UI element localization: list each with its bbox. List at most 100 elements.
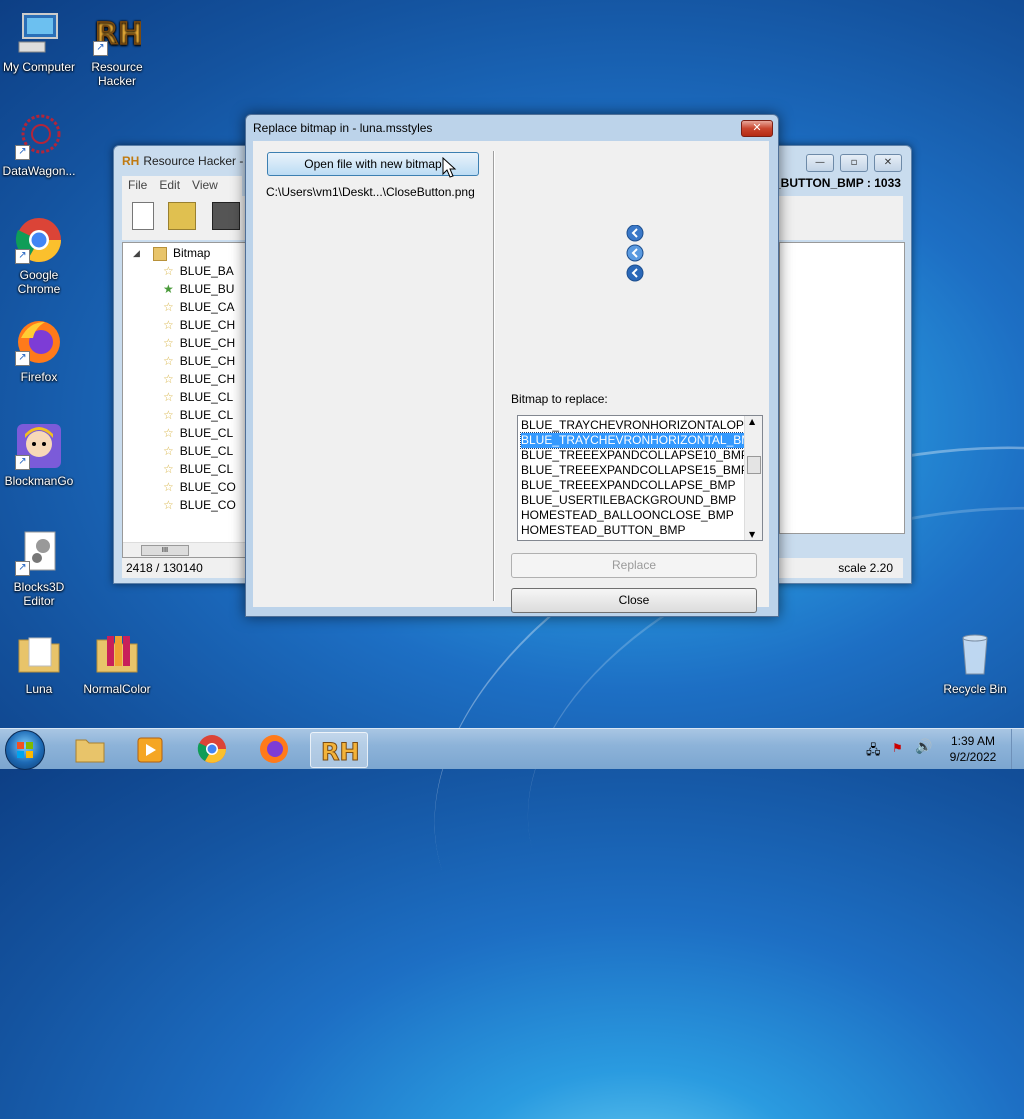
desktop-icon-label: Google Chrome bbox=[17, 268, 61, 296]
status-scale: scale 2.20 bbox=[838, 561, 893, 575]
minimize-button[interactable]: — bbox=[806, 154, 834, 172]
bitmap-to-replace-label: Bitmap to replace: bbox=[511, 392, 608, 406]
tree-item[interactable]: ☆ BLUE_CL bbox=[163, 462, 233, 476]
minimize-icon: — bbox=[815, 157, 825, 168]
close-button[interactable]: ✕ bbox=[874, 154, 902, 172]
action-center-icon[interactable]: ⚑ bbox=[892, 741, 903, 755]
resource-hacker-icon: RH bbox=[122, 154, 140, 168]
scroll-thumb[interactable]: III bbox=[141, 545, 189, 556]
tree-item[interactable]: ☆ BLUE_CL bbox=[163, 444, 233, 458]
mouse-cursor-icon bbox=[442, 157, 457, 178]
star-icon: ★ bbox=[163, 282, 174, 296]
taskbar-firefox[interactable] bbox=[248, 732, 300, 766]
desktop-icon-blocks3d-editor[interactable]: ↗ Blocks3D Editor bbox=[0, 528, 78, 608]
new-file-icon[interactable] bbox=[132, 202, 154, 230]
dialog-close-button[interactable]: ✕ bbox=[741, 120, 773, 137]
desktop-icon-luna[interactable]: Luna bbox=[0, 630, 78, 696]
svg-text:RH: RH bbox=[321, 738, 360, 766]
close-icon: ✕ bbox=[752, 121, 762, 134]
desktop-icon-label: Luna bbox=[25, 682, 53, 696]
tree-item[interactable]: ☆ BLUE_CH bbox=[163, 372, 235, 386]
list-item[interactable]: BLUE_TREEEXPANDCOLLAPSE10_BMP bbox=[521, 448, 746, 463]
star-icon: ☆ bbox=[163, 336, 174, 350]
maximize-icon: ▫ bbox=[850, 157, 858, 168]
scroll-up-icon[interactable]: ▲ bbox=[749, 417, 755, 426]
list-item[interactable]: BLUE_USERTILEBACKGROUND_BMP bbox=[521, 493, 746, 508]
chrome-icon bbox=[197, 735, 226, 763]
bitmap-preview bbox=[626, 225, 644, 282]
maximize-button[interactable]: ▫ bbox=[840, 154, 868, 172]
tree-item[interactable]: ☆ BLUE_CH bbox=[163, 336, 235, 350]
show-desktop-button[interactable] bbox=[1011, 729, 1024, 769]
tree-item[interactable]: ☆ BLUE_CL bbox=[163, 408, 233, 422]
folder-icon bbox=[93, 630, 141, 678]
close-dialog-button[interactable]: Close bbox=[511, 588, 757, 613]
star-icon: ☆ bbox=[163, 390, 174, 404]
tree-root-label[interactable]: Bitmap bbox=[173, 246, 210, 260]
menu-view[interactable]: View bbox=[186, 176, 224, 194]
desktop-icon-normalcolor[interactable]: NormalColor bbox=[78, 630, 156, 696]
replace-button[interactable]: Replace bbox=[511, 553, 757, 578]
volume-icon[interactable]: 🔊 bbox=[915, 739, 932, 755]
desktop-icon-label: BlockmanGo bbox=[4, 474, 74, 488]
firefox-icon: ↗ bbox=[15, 318, 63, 366]
toolbar bbox=[122, 196, 246, 240]
shortcut-arrow-icon: ↗ bbox=[93, 41, 108, 56]
horizontal-scrollbar[interactable]: III bbox=[123, 542, 247, 557]
recycle-bin-icon bbox=[951, 630, 999, 678]
list-item[interactable]: BLUE_TREEEXPANDCOLLAPSE_BMP bbox=[521, 478, 746, 493]
tree-item[interactable]: ★ BLUE_BU bbox=[163, 282, 234, 296]
desktop-icon-label: My Computer bbox=[2, 60, 76, 74]
list-item[interactable]: BLUE_TRAYCHEVRONHORIZONTALOPEN_BMP bbox=[521, 418, 746, 433]
desktop-icon-recycle-bin[interactable]: Recycle Bin bbox=[936, 630, 1014, 696]
collapse-arrow-icon[interactable]: ◢ bbox=[133, 249, 140, 259]
tree-item[interactable]: ☆ BLUE_CA bbox=[163, 300, 234, 314]
desktop-icon-blockmango[interactable]: ↗ BlockmanGo bbox=[0, 422, 78, 488]
start-button[interactable] bbox=[5, 730, 45, 770]
tree-item[interactable]: ☆ BLUE_CL bbox=[163, 426, 233, 440]
list-item[interactable]: HOMESTEAD_BUTTON_BMP bbox=[521, 523, 746, 538]
desktop-icon-label: DataWagon... bbox=[2, 164, 76, 178]
taskbar-resource-hacker[interactable]: RH bbox=[310, 732, 368, 768]
tree-item[interactable]: ☆ BLUE_CO bbox=[163, 498, 236, 512]
list-item[interactable]: BLUE_TREEEXPANDCOLLAPSE15_BMP bbox=[521, 463, 746, 478]
blocks3d-icon: ↗ bbox=[15, 528, 63, 576]
taskbar-explorer[interactable] bbox=[64, 732, 116, 766]
clock[interactable]: 1:39 AM 9/2/2022 bbox=[940, 733, 1006, 765]
star-icon: ☆ bbox=[163, 498, 174, 512]
replace-bitmap-dialog: Replace bitmap in - luna.msstyles ✕ Open… bbox=[245, 114, 779, 617]
tree-item[interactable]: ☆ BLUE_BA bbox=[163, 264, 234, 278]
desktop-icon-label: NormalColor bbox=[83, 682, 151, 696]
desktop-icon-resource-hacker[interactable]: RH ↗ Resource Hacker bbox=[78, 8, 156, 88]
scroll-down-icon[interactable]: ▼ bbox=[749, 530, 755, 539]
blockmango-icon: ↗ bbox=[15, 422, 63, 470]
scroll-thumb[interactable] bbox=[747, 456, 761, 474]
resource-name-label: _BUTTON_BMP : 1033 bbox=[774, 176, 901, 190]
datawagon-icon: ↗ bbox=[15, 112, 63, 160]
resource-hacker-icon: RH ↗ bbox=[93, 8, 144, 56]
desktop-icon-my-computer[interactable]: My Computer bbox=[0, 8, 78, 74]
taskbar-chrome[interactable] bbox=[186, 732, 238, 766]
list-item[interactable]: HOMESTEAD_BALLOONCLOSE_BMP bbox=[521, 508, 746, 523]
dialog-client-area: Open file with new bitmap C:\Users\vm1\D… bbox=[253, 141, 769, 613]
network-icon[interactable]: 🖧 bbox=[866, 741, 881, 763]
windows-logo-icon bbox=[17, 742, 33, 758]
open-folder-icon[interactable] bbox=[168, 202, 196, 230]
star-icon: ☆ bbox=[163, 264, 174, 278]
menu-edit[interactable]: Edit bbox=[153, 176, 186, 194]
menu-bar: FileEditViewAc bbox=[122, 176, 242, 210]
menu-file[interactable]: File bbox=[122, 176, 153, 194]
vertical-scrollbar[interactable]: ▲ ▼ bbox=[744, 416, 762, 540]
tree-item[interactable]: ☆ BLUE_CO bbox=[163, 480, 236, 494]
save-icon[interactable] bbox=[212, 202, 240, 230]
desktop-icon-datawagon[interactable]: ↗ DataWagon... bbox=[0, 112, 78, 178]
list-item-selected[interactable]: BLUE_TRAYCHEVRONHORIZONTAL_BMP bbox=[520, 432, 747, 449]
desktop-icon-google-chrome[interactable]: ↗ Google Chrome bbox=[0, 216, 78, 296]
desktop-icon-firefox[interactable]: ↗ Firefox bbox=[0, 318, 78, 384]
bitmap-listbox[interactable]: BLUE_TRAYCHEVRONHORIZONTALOPEN_BMP BLUE_… bbox=[517, 415, 763, 541]
tree-item[interactable]: ☆ BLUE_CH bbox=[163, 354, 235, 368]
taskbar-media-player[interactable] bbox=[124, 732, 176, 766]
tree-item[interactable]: ☆ BLUE_CL bbox=[163, 390, 233, 404]
tree-item[interactable]: ☆ BLUE_CH bbox=[163, 318, 235, 332]
desktop-icon-label: Blocks3D Editor bbox=[13, 580, 65, 608]
